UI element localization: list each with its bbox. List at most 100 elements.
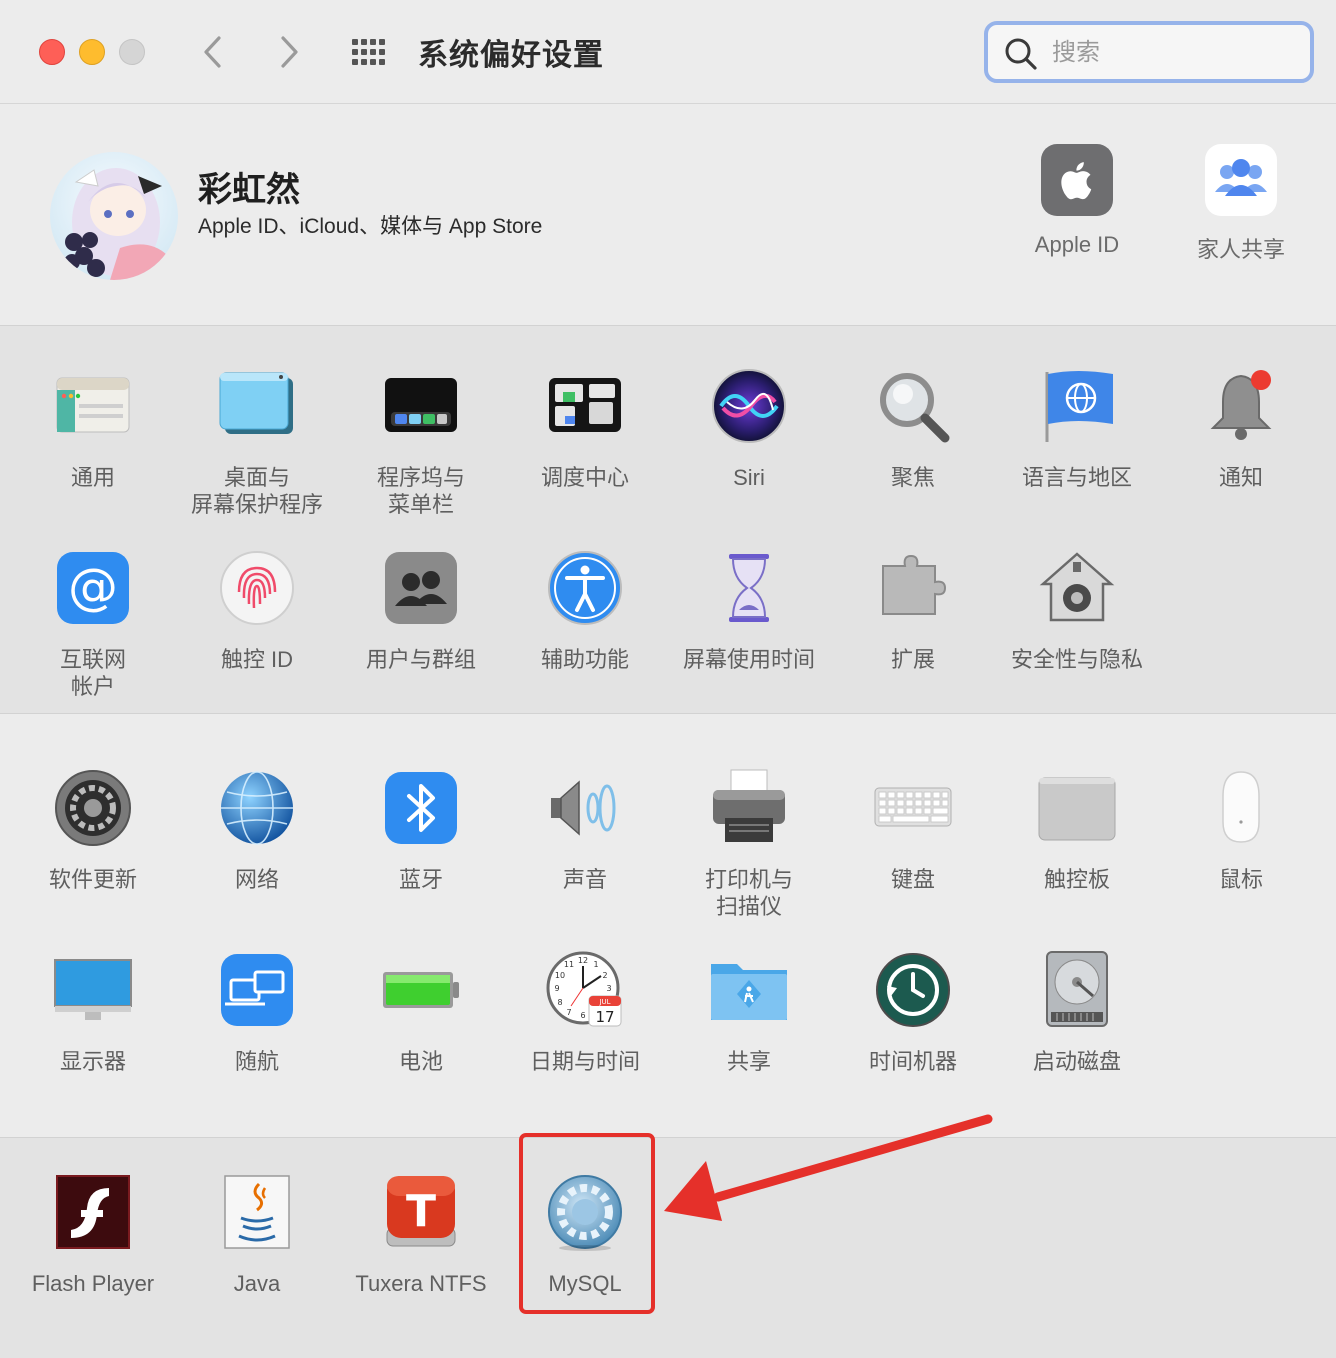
- minimize-window-button[interactable]: [79, 39, 105, 65]
- pref-label: 安全性与隐私: [1010, 647, 1143, 672]
- user-name: 彩虹然: [198, 171, 300, 209]
- family-sharing-pref[interactable]: 家人共享: [1166, 144, 1316, 264]
- gear-icon: [53, 768, 133, 848]
- family-sharing-icon: [1205, 144, 1277, 216]
- pref-network[interactable]: 网络: [175, 768, 339, 893]
- pref-label: 程序坞与 菜单栏: [376, 465, 465, 517]
- svg-text:@: @: [68, 558, 118, 616]
- pref-label: 互联网 帐户: [59, 647, 126, 699]
- pref-trackpad[interactable]: 触控板: [995, 768, 1159, 893]
- close-window-button[interactable]: [39, 39, 65, 65]
- pref-java[interactable]: Java: [175, 1172, 339, 1297]
- forward-button[interactable]: [266, 30, 310, 74]
- svg-text:11: 11: [564, 960, 574, 969]
- folder-sharing-icon: [709, 950, 789, 1030]
- pref-language-region[interactable]: 语言与地区: [995, 366, 1159, 491]
- account-section: 彩虹然 Apple ID、iCloud、媒体与 App Store Apple …: [0, 104, 1336, 326]
- pref-keyboard[interactable]: 键盘: [831, 768, 995, 893]
- pref-label: Tuxera NTFS: [355, 1271, 487, 1296]
- pref-spotlight[interactable]: 聚焦: [831, 366, 995, 491]
- pref-mission-control[interactable]: 调度中心: [503, 366, 667, 491]
- pref-label: 辅助功能: [540, 647, 629, 672]
- pref-sound[interactable]: 声音: [503, 768, 667, 893]
- pref-security-privacy[interactable]: 安全性与隐私: [995, 548, 1159, 673]
- chevron-left-icon: [204, 36, 221, 68]
- mission-control-icon: [545, 366, 625, 446]
- pref-label: 扩展: [890, 647, 935, 672]
- pref-sidecar[interactable]: 随航: [175, 950, 339, 1075]
- pref-label: 时间机器: [868, 1049, 957, 1074]
- calendar-month: JUL: [598, 998, 610, 1006]
- general-icon: [53, 366, 133, 446]
- apple-id-pref[interactable]: Apple ID: [1002, 144, 1152, 258]
- zoom-window-button[interactable]: [119, 39, 145, 65]
- pref-label: 触控板: [1043, 867, 1110, 892]
- tuxera-icon: T: [381, 1172, 461, 1252]
- user-subtitle: Apple ID、iCloud、媒体与 App Store: [198, 215, 543, 238]
- pref-siri[interactable]: Siri: [667, 366, 831, 491]
- pref-extensions[interactable]: 扩展: [831, 548, 995, 673]
- pref-bluetooth[interactable]: 蓝牙: [339, 768, 503, 893]
- pref-label: 蓝牙: [398, 867, 443, 892]
- pref-tuxera-ntfs[interactable]: T Tuxera NTFS: [339, 1172, 503, 1297]
- pref-dock-menubar[interactable]: 程序坞与 菜单栏: [339, 366, 503, 518]
- pref-flash-player[interactable]: Flash Player: [11, 1172, 175, 1297]
- pref-date-time[interactable]: 12 3 6 9 1 2 11 10 87 JUL 17 日期与时间: [503, 950, 667, 1075]
- toolbar: 系统偏好设置: [0, 0, 1336, 104]
- pref-label: 触控 ID: [220, 647, 294, 672]
- pref-screen-time[interactable]: 屏幕使用时间: [667, 548, 831, 673]
- pref-label: 显示器: [59, 1049, 126, 1074]
- svg-text:10: 10: [555, 971, 565, 980]
- avatar[interactable]: [50, 152, 178, 280]
- svg-text:8: 8: [557, 998, 562, 1007]
- flash-icon: [53, 1172, 133, 1252]
- pref-label: 网络: [234, 867, 279, 892]
- search-icon: [1005, 38, 1037, 70]
- search-input[interactable]: [1050, 33, 1304, 73]
- sidecar-icon: [217, 950, 297, 1030]
- svg-text:2: 2: [602, 971, 607, 980]
- pref-label: 调度中心: [540, 465, 629, 490]
- pref-label: 电池: [398, 1049, 443, 1074]
- pref-label: 聚焦: [890, 465, 935, 490]
- pref-battery[interactable]: 电池: [339, 950, 503, 1075]
- pref-desktop-screensaver[interactable]: 桌面与 屏幕保护程序: [175, 366, 339, 518]
- apple-id-label: Apple ID: [1034, 232, 1120, 257]
- pref-software-update[interactable]: 软件更新: [11, 768, 175, 893]
- puzzle-icon: [873, 548, 953, 628]
- hardware-prefs-section: 软件更新 网络 蓝牙 声音 打印机与 扫描仪 键盘 触控板 鼠标 显示器 随航 …: [0, 714, 1336, 1138]
- pref-label: 桌面与 屏幕保护程序: [190, 465, 323, 517]
- pref-touch-id[interactable]: 触控 ID: [175, 548, 339, 673]
- annotation-arrow-icon: [664, 1114, 993, 1221]
- pref-label: 日期与时间: [529, 1049, 640, 1074]
- pref-time-machine[interactable]: 时间机器: [831, 950, 995, 1075]
- pref-startup-disk[interactable]: 启动磁盘: [995, 950, 1159, 1075]
- svg-text:9: 9: [554, 984, 559, 993]
- pref-users-groups[interactable]: 用户与群组: [339, 548, 503, 673]
- pref-accessibility[interactable]: 辅助功能: [503, 548, 667, 673]
- pref-displays[interactable]: 显示器: [11, 950, 175, 1075]
- time-machine-icon: [873, 950, 953, 1030]
- siri-icon: [709, 366, 789, 446]
- accessibility-icon: [545, 548, 625, 628]
- show-all-button[interactable]: [348, 34, 392, 70]
- pref-internet-accounts[interactable]: @ 互联网 帐户: [11, 548, 175, 700]
- pref-general[interactable]: 通用: [11, 366, 175, 491]
- svg-text:6: 6: [580, 1011, 585, 1020]
- bell-icon: [1201, 366, 1281, 446]
- pref-sharing[interactable]: 共享: [667, 950, 831, 1075]
- back-button[interactable]: [192, 30, 236, 74]
- pref-printers-scanners[interactable]: 打印机与 扫描仪: [667, 768, 831, 920]
- search-field[interactable]: [984, 21, 1314, 83]
- pref-mouse[interactable]: 鼠标: [1159, 768, 1323, 893]
- pref-label: 启动磁盘: [1032, 1049, 1121, 1074]
- desktop-icon: [217, 366, 297, 446]
- user-avatar-image: [50, 152, 178, 280]
- grid-icon: [352, 39, 385, 65]
- house-safe-icon: [1037, 548, 1117, 628]
- svg-text:7: 7: [566, 1008, 571, 1017]
- printer-icon: [709, 768, 789, 848]
- svg-text:3: 3: [606, 984, 611, 993]
- pref-notifications[interactable]: 通知: [1159, 366, 1323, 491]
- pref-label: 声音: [562, 867, 607, 892]
